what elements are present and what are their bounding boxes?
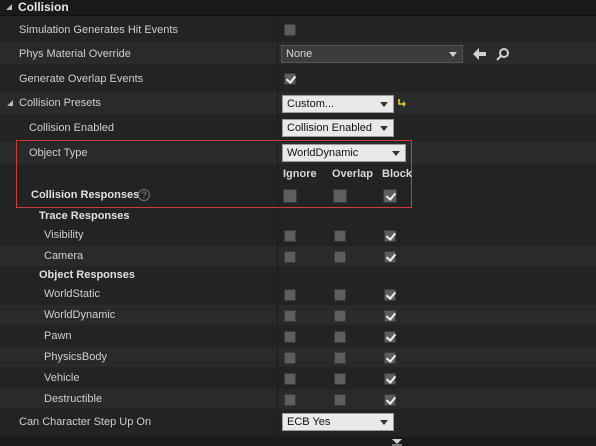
camera-ignore-checkbox[interactable] xyxy=(284,251,296,263)
object-item-destructible: Destructible xyxy=(44,393,103,405)
collision-enabled-value: Collision Enabled xyxy=(287,122,372,134)
collapse-arrow-icon[interactable] xyxy=(4,2,14,12)
reset-default-icon[interactable] xyxy=(397,97,407,107)
chevron-down-icon xyxy=(380,420,388,425)
chevron-down-icon xyxy=(449,52,457,57)
vehicle-block-checkbox[interactable] xyxy=(384,373,396,385)
help-icon[interactable]: ? xyxy=(138,189,150,201)
physicsbody-block-checkbox[interactable] xyxy=(384,352,396,364)
visibility-block-checkbox[interactable] xyxy=(384,230,396,242)
physicsbody-overlap-checkbox[interactable] xyxy=(334,352,346,364)
responses-ignore-checkbox[interactable] xyxy=(283,189,297,203)
pawn-overlap-checkbox[interactable] xyxy=(334,331,346,343)
worlddynamic-block-checkbox[interactable] xyxy=(384,310,396,322)
responses-overlap-checkbox[interactable] xyxy=(333,189,347,203)
collision-enabled-label: Collision Enabled xyxy=(29,122,114,134)
pawn-block-checkbox[interactable] xyxy=(384,331,396,343)
row-stripe xyxy=(0,246,596,266)
collapse-arrow-icon[interactable] xyxy=(5,98,15,108)
vehicle-ignore-checkbox[interactable] xyxy=(284,373,296,385)
chevron-down-icon xyxy=(392,151,400,156)
object-responses-heading: Object Responses xyxy=(39,269,135,281)
section-title: Collision xyxy=(18,0,69,14)
responses-block-checkbox[interactable] xyxy=(383,189,397,203)
worlddynamic-overlap-checkbox[interactable] xyxy=(334,310,346,322)
worldstatic-block-checkbox[interactable] xyxy=(384,289,396,301)
overlap-events-checkbox[interactable] xyxy=(284,73,296,85)
worlddynamic-ignore-checkbox[interactable] xyxy=(284,310,296,322)
chevron-down-icon xyxy=(380,126,388,131)
camera-overlap-checkbox[interactable] xyxy=(334,251,346,263)
step-up-label: Can Character Step Up On xyxy=(19,416,152,428)
expand-more-icon[interactable] xyxy=(391,438,403,446)
object-type-label: Object Type xyxy=(29,147,88,159)
object-type-value: WorldDynamic xyxy=(287,147,359,159)
sim-hit-checkbox[interactable] xyxy=(284,24,296,36)
step-up-combo[interactable]: ECB Yes xyxy=(282,413,394,431)
column-header-ignore: Ignore xyxy=(283,168,317,180)
column-header-block: Block xyxy=(382,168,412,180)
overlap-events-label: Generate Overlap Events xyxy=(19,73,144,85)
object-item-worlddynamic: WorldDynamic xyxy=(44,309,116,321)
collision-enabled-combo[interactable]: Collision Enabled xyxy=(282,119,394,137)
phys-material-label: Phys Material Override xyxy=(19,48,131,60)
trace-item-visibility: Visibility xyxy=(44,229,84,241)
search-icon[interactable] xyxy=(496,47,510,61)
collision-responses-label: Collision Responses xyxy=(31,189,140,201)
visibility-overlap-checkbox[interactable] xyxy=(334,230,346,242)
sim-hit-label: Simulation Generates Hit Events xyxy=(19,24,178,36)
step-up-value: ECB Yes xyxy=(287,416,331,428)
worldstatic-overlap-checkbox[interactable] xyxy=(334,289,346,301)
trace-responses-heading: Trace Responses xyxy=(39,210,130,222)
object-item-vehicle: Vehicle xyxy=(44,372,80,384)
object-item-physicsbody: PhysicsBody xyxy=(44,351,107,363)
destructible-overlap-checkbox[interactable] xyxy=(334,394,346,406)
physicsbody-ignore-checkbox[interactable] xyxy=(284,352,296,364)
visibility-ignore-checkbox[interactable] xyxy=(284,230,296,242)
advanced-expander-bar[interactable] xyxy=(0,436,596,446)
object-item-worldstatic: WorldStatic xyxy=(44,288,101,300)
column-header-overlap: Overlap xyxy=(332,168,373,180)
collision-presets-label: Collision Presets xyxy=(19,97,101,109)
column-divider[interactable] xyxy=(277,16,278,436)
collision-presets-combo[interactable]: Custom... xyxy=(282,95,394,113)
worldstatic-ignore-checkbox[interactable] xyxy=(284,289,296,301)
section-header-collision[interactable]: Collision xyxy=(0,0,596,16)
destructible-ignore-checkbox[interactable] xyxy=(284,394,296,406)
object-item-pawn: Pawn xyxy=(44,330,72,342)
collision-presets-value: Custom... xyxy=(287,98,335,110)
pawn-ignore-checkbox[interactable] xyxy=(284,331,296,343)
camera-block-checkbox[interactable] xyxy=(384,251,396,263)
chevron-down-icon xyxy=(380,102,388,107)
phys-material-combo[interactable]: None xyxy=(281,45,463,63)
trace-item-camera: Camera xyxy=(44,250,84,262)
back-arrow-icon[interactable] xyxy=(473,48,487,60)
object-type-combo[interactable]: WorldDynamic xyxy=(282,144,406,162)
phys-material-value: None xyxy=(286,48,313,60)
vehicle-overlap-checkbox[interactable] xyxy=(334,373,346,385)
destructible-block-checkbox[interactable] xyxy=(384,394,396,406)
